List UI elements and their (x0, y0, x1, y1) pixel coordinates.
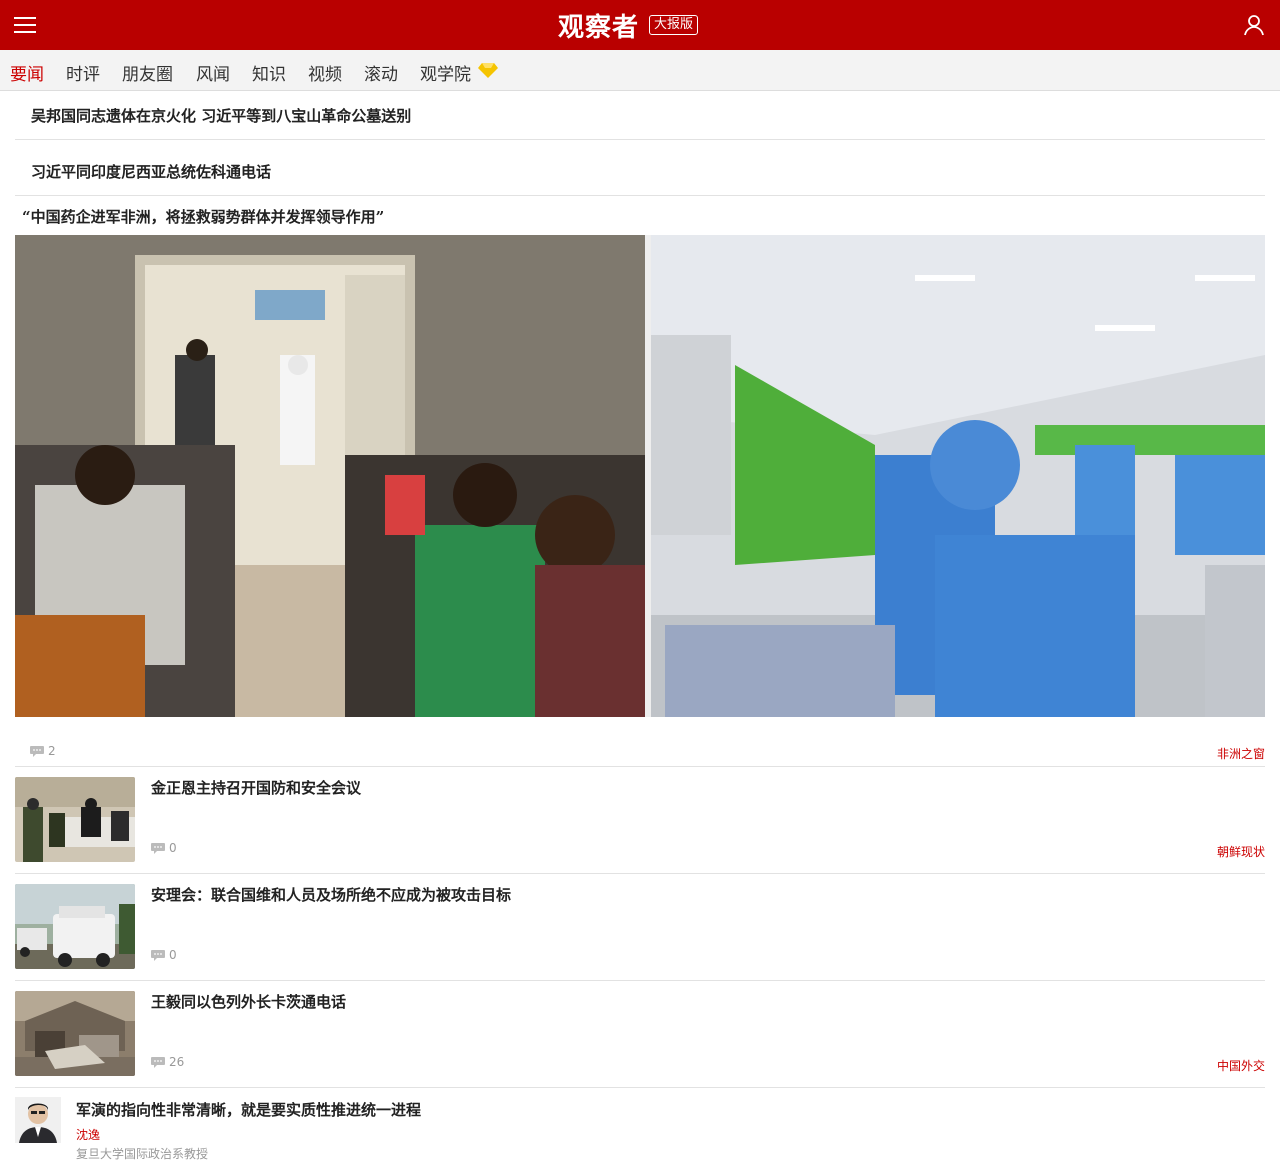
author-role: 复旦大学国际政治系教授 (76, 1147, 209, 1161)
diamond-icon (478, 63, 498, 78)
headline-row[interactable]: 习近平同印度尼西亚总统佐科通电话 (15, 140, 1265, 196)
comment-icon (30, 745, 44, 757)
headline-title[interactable]: 习近平同印度尼西亚总统佐科通电话 (31, 161, 271, 182)
comment-number: 0 (169, 841, 177, 855)
tab-video[interactable]: 视频 (308, 60, 342, 85)
news-title[interactable]: 安理会：联合国维和人员及场所绝不应成为被攻击目标 (151, 884, 511, 905)
logo-text: 观察者 (558, 12, 640, 43)
opinion-item[interactable]: 军演的指向性非常清晰，就是要实质性推进统一进程 沈逸 复旦大学国际政治系教授 (15, 1087, 1265, 1167)
edition-badge[interactable]: 大报版 (649, 15, 699, 35)
comment-count[interactable]: 0 (151, 948, 177, 962)
comment-number: 0 (169, 948, 177, 962)
news-title[interactable]: 王毅同以色列外长卡茨通电话 (151, 991, 346, 1012)
comment-number: 26 (169, 1055, 185, 1069)
column-tag[interactable]: 非洲之窗 (1217, 745, 1265, 762)
tab-news[interactable]: 要闻 (10, 60, 44, 85)
channel-nav: 要闻 时评 朋友圈 风闻 知识 视频 滚动 观学院 (0, 50, 1280, 91)
news-thumbnail[interactable] (15, 991, 135, 1076)
tab-friends[interactable]: 朋友圈 (122, 60, 173, 85)
comment-icon (151, 1056, 165, 1068)
tab-fengwen[interactable]: 风闻 (196, 60, 230, 85)
comment-count[interactable]: 2 (30, 744, 56, 758)
news-item[interactable]: 金正恩主持召开国防和安全会议 0 朝鲜现状 (15, 767, 1265, 874)
site-logo[interactable]: 观察者 大报版 (558, 8, 699, 43)
comment-count[interactable]: 0 (151, 841, 177, 855)
feature-meta: 2 非洲之窗 (15, 741, 1265, 767)
headline-title[interactable]: 吴邦国同志遗体在京火化 习近平等到八宝山革命公墓送别 (31, 105, 411, 126)
opinion-title[interactable]: 军演的指向性非常清晰，就是要实质性推进统一进程 (76, 1099, 421, 1120)
tab-rolling[interactable]: 滚动 (364, 60, 398, 85)
column-tag[interactable]: 中国外交 (1217, 1057, 1265, 1074)
news-thumbnail[interactable] (15, 884, 135, 969)
author-avatar[interactable] (15, 1097, 61, 1143)
feature-title[interactable]: “中国药企进军非洲，将拯救弱势群体并发挥领导作用” (22, 206, 384, 227)
tab-academy[interactable]: 观学院 (420, 60, 471, 85)
comment-icon (151, 842, 165, 854)
comment-count[interactable]: 26 (151, 1055, 184, 1069)
news-item[interactable]: 王毅同以色列外长卡茨通电话 26 中国外交 (15, 981, 1265, 1088)
news-title[interactable]: 金正恩主持召开国防和安全会议 (151, 777, 361, 798)
comment-number: 2 (48, 744, 56, 758)
tab-commentary[interactable]: 时评 (66, 60, 100, 85)
user-icon[interactable] (1242, 13, 1266, 37)
tab-knowledge[interactable]: 知识 (252, 60, 286, 85)
column-tag[interactable]: 朝鲜现状 (1217, 843, 1265, 860)
news-thumbnail[interactable] (15, 777, 135, 862)
top-header: 观察者 大报版 (0, 0, 1280, 50)
feature-image[interactable] (15, 235, 1265, 717)
comment-icon (151, 949, 165, 961)
menu-icon[interactable] (14, 14, 38, 36)
news-item[interactable]: 安理会：联合国维和人员及场所绝不应成为被攻击目标 0 (15, 874, 1265, 981)
author-name[interactable]: 沈逸 (76, 1126, 100, 1143)
headline-row[interactable]: 吴邦国同志遗体在京火化 习近平等到八宝山革命公墓送别 (15, 91, 1265, 140)
